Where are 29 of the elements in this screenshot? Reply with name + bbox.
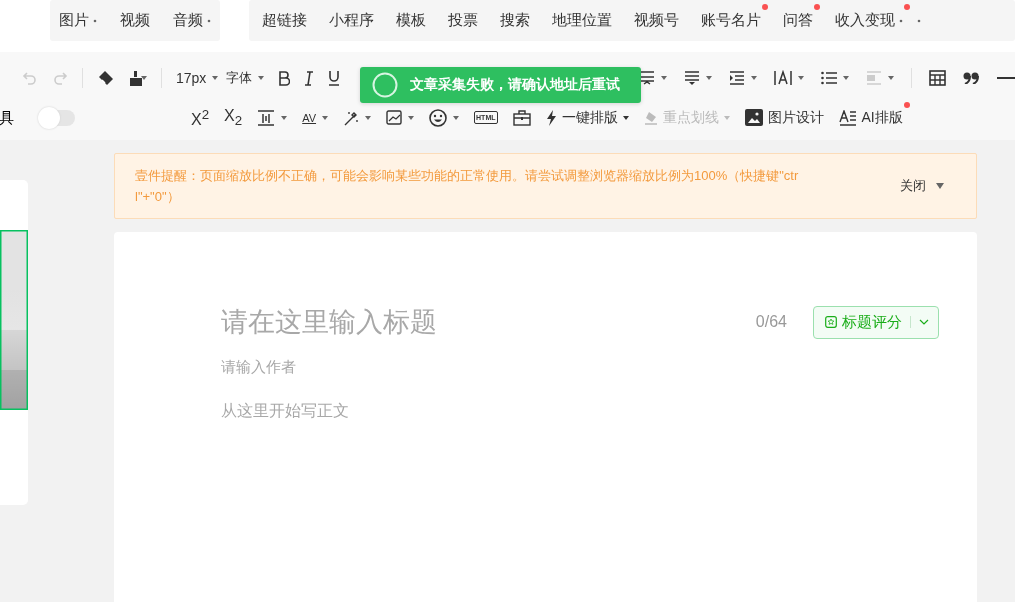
superscript-button[interactable]: X$^{2}$ xyxy=(191,106,210,130)
font-dropdown[interactable]: 字体 xyxy=(226,69,253,87)
menu-item[interactable]: 图片 xyxy=(59,4,104,30)
close-button[interactable]: 关闭 xyxy=(900,177,944,195)
subscript-button[interactable]: X$_{2}$ xyxy=(224,107,243,129)
character-counter: 0/64 xyxy=(755,313,787,331)
toolbar-action[interactable]: 图片设计 xyxy=(744,102,831,127)
tool-label: 具 xyxy=(0,108,15,128)
menu-item[interactable]: 小程序 xyxy=(329,4,381,30)
menu-item[interactable]: 视频 xyxy=(120,4,157,30)
menu-item[interactable]: 超链接 xyxy=(262,4,314,30)
title-field[interactable]: 请在这里输入标题 xyxy=(221,304,756,340)
menu-item[interactable]: 模板 xyxy=(396,4,433,30)
menu-item[interactable]: 搜索 xyxy=(500,4,537,30)
menu-item[interactable]: 音频 xyxy=(173,4,218,30)
toolbar-action[interactable]: 一键排版 xyxy=(545,102,636,127)
menu-item[interactable]: 地理位置 xyxy=(552,4,619,30)
body-field[interactable]: 从这里开始写正文 xyxy=(221,398,939,424)
letter-spacing-button[interactable]: AV xyxy=(302,112,317,124)
menu-item[interactable]: 账号名片 xyxy=(701,4,768,30)
menu-item[interactable]: 视频号 xyxy=(634,4,686,30)
menu-item[interactable]: 收入变现 xyxy=(835,4,910,30)
menu-item[interactable]: 问答 xyxy=(783,4,820,30)
font-size-dropdown[interactable]: 17px xyxy=(176,70,207,86)
toast-text: 文章采集失败，请确认地址后重试 xyxy=(410,76,620,94)
author-field[interactable]: 请输入作者 xyxy=(221,354,939,378)
notice-text: 壹件提醒：页面缩放比例不正确，可能会影响某些功能的正常使用。请尝试调整浏览器缩放比例为100%（快捷键"ctrl"+"0"） xyxy=(135,167,800,206)
menu-item[interactable]: 投票 xyxy=(448,4,485,30)
toolbar-action[interactable]: AI排版 xyxy=(838,102,910,127)
